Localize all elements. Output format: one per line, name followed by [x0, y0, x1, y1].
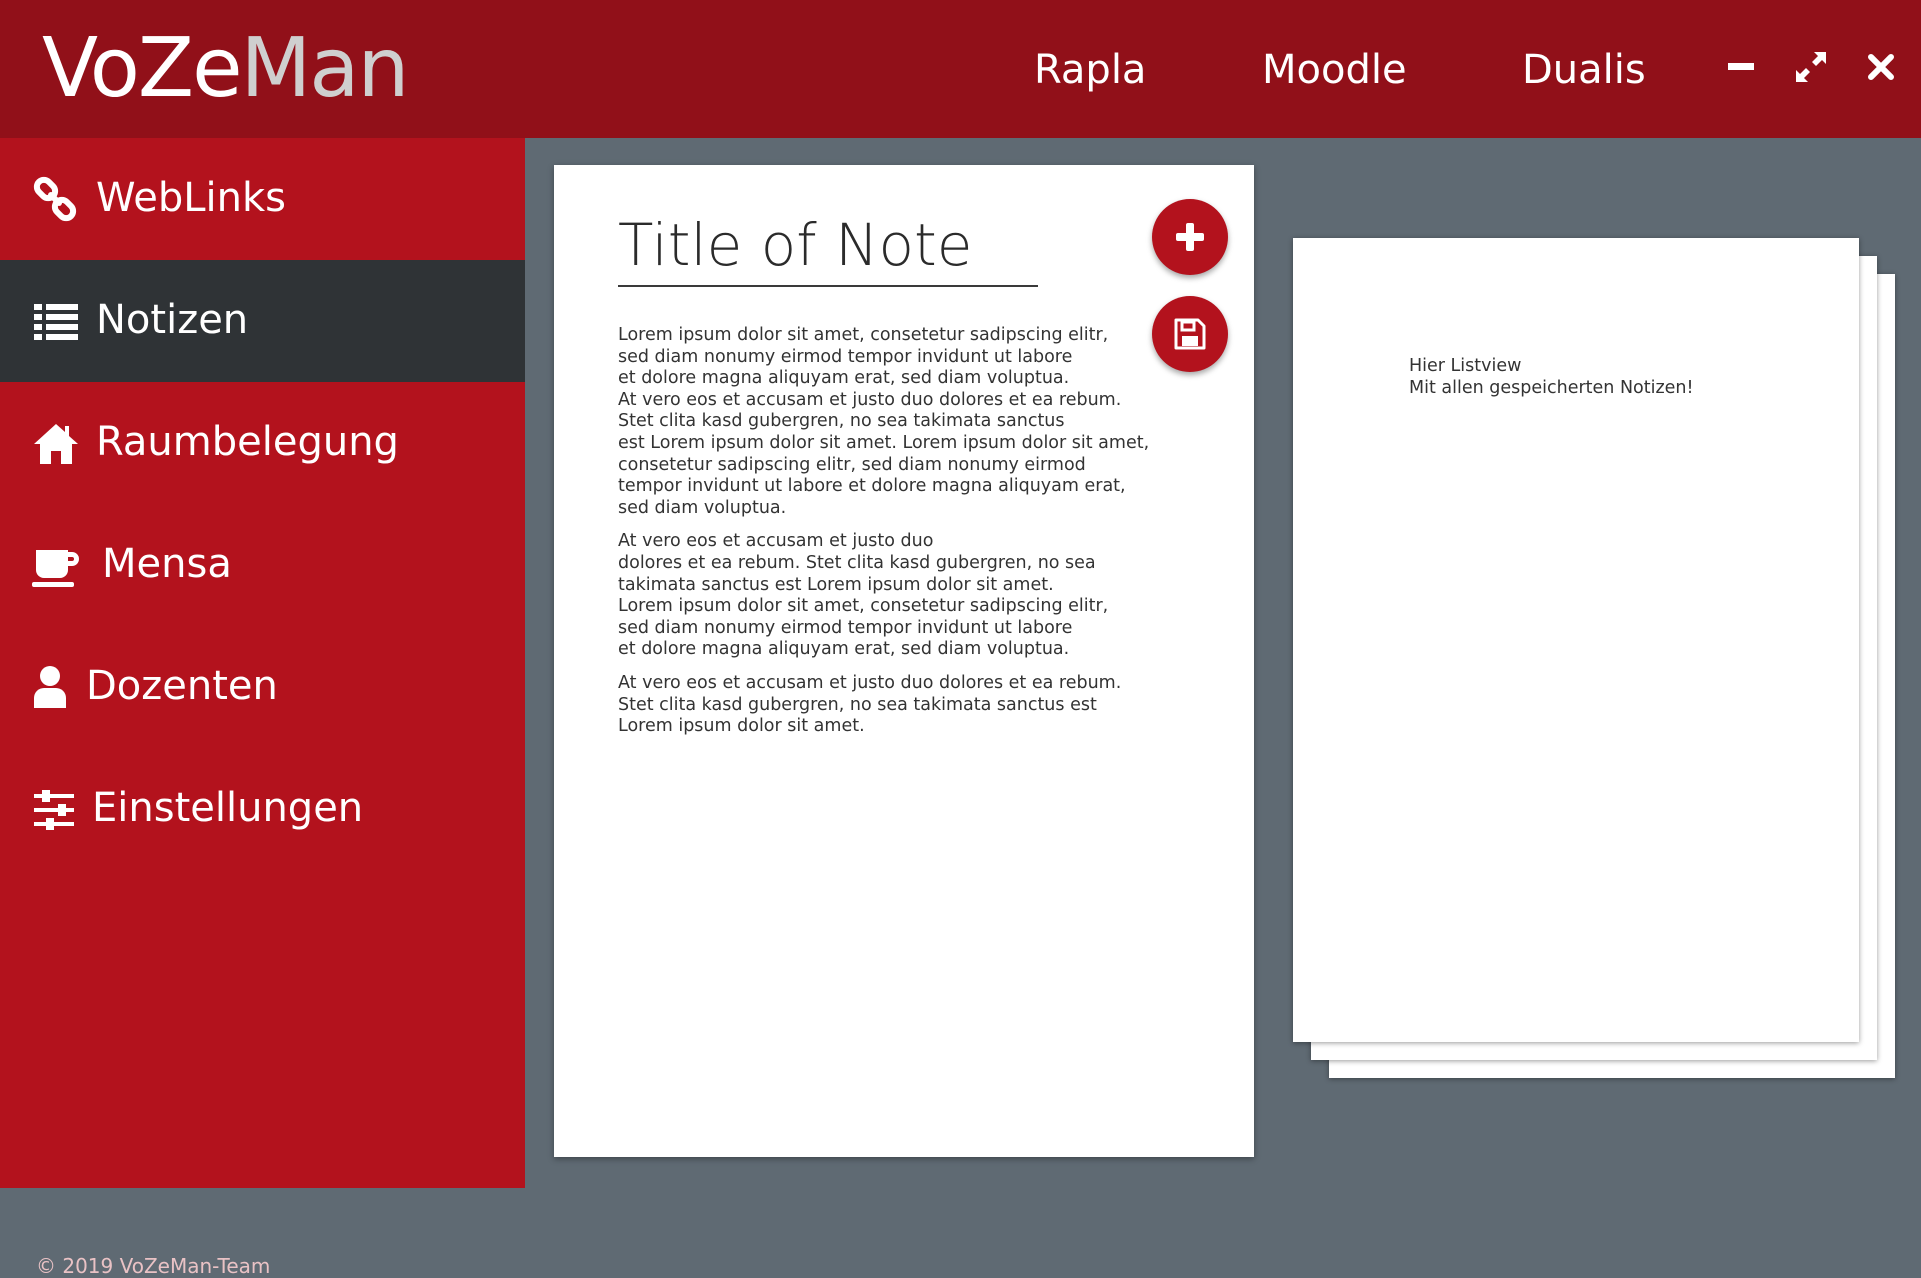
maximize-button[interactable]	[1792, 48, 1832, 88]
sidebar-item-raumbelegung[interactable]: Raumbelegung	[0, 382, 525, 504]
listview-line-1: Hier Listview	[1409, 356, 1522, 376]
text-line: et dolore magna aliquyam erat, sed diam …	[618, 639, 1070, 660]
coffee-cup-icon	[32, 550, 79, 587]
text-line: Stet clita kasd gubergren, no sea takima…	[618, 411, 1065, 432]
sidebar-item-notizen[interactable]: Notizen	[0, 260, 525, 382]
sidebar-item-dozenten[interactable]: Dozenten	[0, 626, 525, 748]
listview-placeholder: Hier Listview Mit allen gespeicherten No…	[1409, 356, 1694, 399]
home-icon	[34, 424, 78, 464]
sidebar-item-einstellungen[interactable]: Einstellungen	[0, 748, 525, 870]
text-line: At vero eos et accusam et justo duo dolo…	[618, 389, 1122, 410]
topnav-moodle[interactable]: Moodle	[1262, 40, 1407, 100]
maximize-icon	[1796, 52, 1826, 82]
text-line: sed diam voluptua.	[618, 497, 787, 518]
text-line: At vero eos et accusam et justo duo	[618, 531, 934, 552]
note-paragraph: Lorem ipsum dolor sit amet, consetetur s…	[618, 325, 1158, 519]
title-bar: VoZeMan Rapla Moodle Dualis	[0, 0, 1921, 138]
sidebar-item-label: WebLinks	[96, 175, 286, 221]
sidebar-item-weblinks[interactable]: WebLinks	[0, 138, 525, 260]
add-note-button[interactable]	[1152, 199, 1228, 275]
text-line: Lorem ipsum dolor sit amet, consetetur s…	[618, 325, 1109, 345]
close-icon	[1868, 54, 1894, 80]
note-paragraph: At vero eos et accusam et justo duo dolo…	[618, 531, 1158, 661]
topnav-dualis[interactable]: Dualis	[1522, 40, 1646, 100]
topnav-rapla[interactable]: Rapla	[1034, 40, 1146, 100]
app-logo: VoZeMan	[42, 21, 410, 116]
notes-listview[interactable]: Hier Listview Mit allen gespeicherten No…	[1293, 238, 1859, 1042]
save-icon	[1174, 318, 1206, 350]
logo-suffix: Man	[240, 21, 410, 116]
list-icon	[34, 304, 78, 340]
notes-list-panel: Hier Listview Mit allen gespeicherten No…	[1293, 238, 1898, 1080]
text-line: et dolore magna aliquyam erat, sed diam …	[618, 368, 1070, 389]
text-line: Stet clita kasd gubergren, no sea takima…	[618, 694, 1097, 715]
text-line: sed diam nonumy eirmod tempor invidunt u…	[618, 346, 1073, 367]
minimize-icon	[1728, 63, 1754, 70]
add-icon	[1176, 223, 1204, 251]
user-icon	[34, 666, 66, 708]
sidebar-item-label: Einstellungen	[92, 785, 364, 831]
text-line: Lorem ipsum dolor sit amet, consetetur s…	[618, 596, 1109, 617]
sliders-icon	[34, 790, 74, 830]
listview-line-2: Mit allen gespeicherten Notizen!	[1409, 377, 1694, 398]
text-line: dolores et ea rebum. Stet clita kasd gub…	[618, 552, 1096, 573]
close-button[interactable]	[1862, 48, 1902, 88]
sidebar-item-label: Raumbelegung	[96, 419, 399, 465]
logo-prefix: VoZe	[42, 21, 243, 116]
link-icon	[33, 176, 77, 222]
sidebar-item-label: Dozenten	[86, 663, 278, 709]
copyright-footer: © 2019 VoZeMan-Team	[36, 1254, 271, 1278]
minimize-button[interactable]	[1722, 48, 1762, 88]
sidebar: WebLinks Notizen Raumbelegung Mensa Doze…	[0, 138, 525, 1278]
text-line: At vero eos et accusam et justo duo dolo…	[618, 672, 1122, 693]
note-body-textarea[interactable]: Lorem ipsum dolor sit amet, consetetur s…	[618, 325, 1158, 750]
sidebar-item-label: Mensa	[102, 541, 232, 587]
text-line: tempor invidunt ut labore et dolore magn…	[618, 476, 1126, 497]
sidebar-item-label: Notizen	[96, 297, 249, 343]
note-editor: Title of Note Lorem ipsum dolor sit amet…	[554, 165, 1254, 1157]
text-line: Lorem ipsum dolor sit amet.	[618, 716, 865, 737]
text-line: takimata sanctus est Lorem ipsum dolor s…	[618, 574, 1054, 595]
note-paragraph: At vero eos et accusam et justo duo dolo…	[618, 673, 1158, 738]
sidebar-item-mensa[interactable]: Mensa	[0, 504, 525, 626]
save-note-button[interactable]	[1152, 296, 1228, 372]
text-line: est Lorem ipsum dolor sit amet. Lorem ip…	[618, 432, 1150, 453]
text-line: sed diam nonumy eirmod tempor invidunt u…	[618, 617, 1073, 638]
text-line: consetetur sadipscing elitr, sed diam no…	[618, 454, 1086, 475]
note-title-input[interactable]: Title of Note	[618, 205, 1038, 287]
